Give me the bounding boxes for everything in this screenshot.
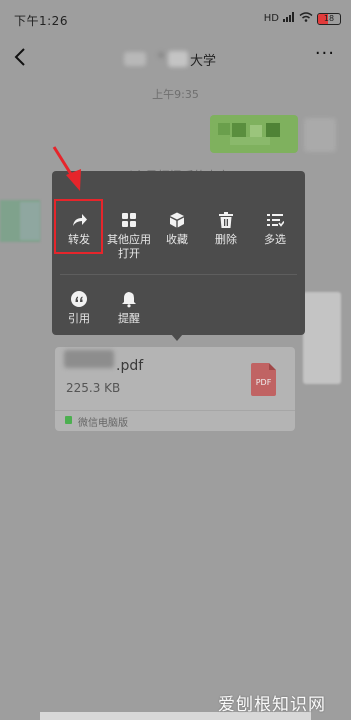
quote-icon [70, 290, 88, 308]
received-image[interactable] [303, 292, 341, 384]
watermark: 爱刨根知识网 [218, 695, 326, 715]
context-menu-pointer [171, 334, 183, 341]
more-icon[interactable]: ··· [315, 45, 335, 63]
network-label: HD [263, 13, 279, 24]
wechat-pc-icon [65, 416, 72, 424]
trash-icon [217, 211, 235, 229]
signal-icon [283, 12, 295, 25]
menu-item-multi-select[interactable]: 多选 [250, 211, 300, 247]
status-bar: 下午1:26 HD 18 [0, 0, 351, 40]
file-size: 225.3 KB [66, 381, 121, 395]
cube-icon [168, 211, 186, 229]
wifi-icon [299, 12, 313, 25]
contact-avatar-detail [20, 202, 40, 240]
forward-highlight-box [54, 199, 103, 254]
menu-label-delete: 删除 [215, 233, 237, 246]
chat-title-text: 大学 [190, 54, 217, 69]
annotation-arrow-icon [50, 145, 90, 195]
self-avatar[interactable] [304, 118, 336, 152]
battery-icon: 18 [317, 12, 341, 25]
menu-item-open-other-app[interactable]: 其他应用 打开 [104, 211, 154, 261]
status-icons: HD 18 [264, 12, 341, 25]
sent-message-bubble[interactable] [210, 115, 298, 153]
list-icon [266, 211, 285, 229]
file-name-redacted [64, 350, 114, 368]
menu-label-favorite: 收藏 [166, 233, 188, 246]
chat-title: 大学 [120, 48, 240, 70]
nav-bar: 大学 ··· [0, 40, 351, 74]
status-time: 下午1:26 [14, 14, 68, 28]
file-source-label: 微信电脑版 [78, 418, 128, 429]
pdf-badge: PDF [255, 378, 272, 387]
menu-item-favorite[interactable]: 收藏 [152, 211, 202, 247]
menu-item-delete[interactable]: 删除 [201, 211, 251, 247]
file-name: .pdf [116, 358, 144, 374]
card-divider [55, 410, 295, 411]
menu-item-remind[interactable]: 提醒 [104, 290, 154, 326]
grid-icon [120, 211, 138, 229]
menu-label-quote: 引用 [68, 312, 90, 325]
menu-label-open-other-app-line2: 打开 [118, 247, 140, 260]
menu-label-open-other-app: 其他应用 [107, 233, 151, 246]
bell-icon [120, 290, 138, 308]
menu-label-multi-select: 多选 [264, 233, 286, 246]
message-timestamp: 上午9:35 [152, 88, 199, 101]
context-menu-divider [60, 274, 297, 275]
back-icon[interactable] [10, 46, 32, 68]
menu-label-remind: 提醒 [118, 312, 140, 325]
menu-item-quote[interactable]: 引用 [54, 290, 104, 326]
